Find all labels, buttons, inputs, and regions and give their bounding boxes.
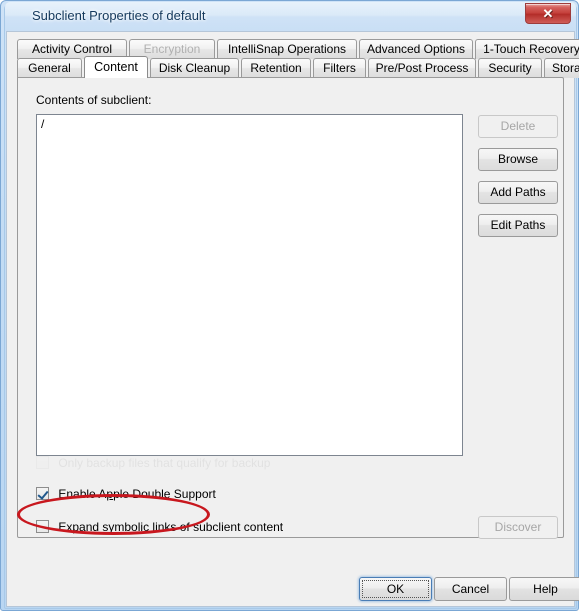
contents-of-subclient-label: Contents of subclient: (36, 93, 152, 107)
contents-listbox[interactable]: / (36, 114, 463, 456)
browse-button-label: Browse (497, 152, 538, 166)
tab-advanced-options[interactable]: Advanced Options (359, 39, 473, 59)
expand-label-part1: Expand (58, 520, 103, 534)
hidden-option-label: Only backup files that qualify for backu… (58, 456, 271, 470)
expand-symbolic-links-checkbox[interactable] (36, 520, 49, 533)
apple-label-part2: ple Double Support (113, 487, 216, 501)
edit-paths-button[interactable]: Edit Paths (478, 214, 558, 237)
dialog-client-area: Activity Control Encryption IntelliSnap … (6, 31, 579, 607)
close-icon: ✕ (542, 6, 554, 21)
tab-page-content: Contents of subclient: / Delete Browse A… (17, 77, 564, 539)
help-button-label: Help (533, 582, 558, 596)
delete-button: Delete (478, 115, 558, 138)
tab-intellisnap-operations[interactable]: IntelliSnap Operations (217, 39, 357, 59)
title-bar[interactable]: Subclient Properties of default ✕ (5, 2, 576, 31)
enable-apple-double-support-label: Enable Apple Double Support (58, 487, 215, 501)
tab-retention[interactable]: Retention (241, 58, 311, 78)
tab-1-touch-recovery[interactable]: 1-Touch Recovery (475, 39, 579, 59)
add-paths-button[interactable]: Add Paths (478, 181, 558, 204)
help-button[interactable]: Help (509, 577, 579, 601)
expand-symbolic-links-row[interactable]: Expand symbolic links of subclient conte… (36, 520, 283, 534)
tab-security[interactable]: Security (478, 58, 542, 78)
window-title: Subclient Properties of default (32, 8, 206, 23)
hidden-option-checkbox-row: Only backup files that qualify for backu… (36, 456, 270, 470)
tab-pre-post-process[interactable]: Pre/Post Process (368, 58, 476, 78)
browse-button[interactable]: Browse (478, 148, 558, 171)
delete-button-label: Delete (500, 119, 536, 133)
cancel-button-label: Cancel (451, 582, 490, 596)
ok-button-label: OK (386, 582, 405, 596)
tab-row-bottom: General Content Disk Cleanup Retention F… (17, 56, 579, 78)
apple-label-part1: Enable A (58, 487, 107, 501)
discover-button: Discover (478, 516, 558, 539)
dialog-window: Subclient Properties of default ✕ Activi… (0, 0, 579, 611)
tab-filters[interactable]: Filters (313, 58, 366, 78)
expand-label-part2: ymbolic links of subclient content (108, 520, 284, 534)
enable-apple-double-support-row[interactable]: Enable Apple Double Support (36, 487, 216, 501)
cancel-button[interactable]: Cancel (434, 577, 507, 601)
tab-content[interactable]: Content (84, 56, 148, 78)
enable-apple-double-support-checkbox[interactable] (36, 487, 49, 500)
edit-paths-button-label: Edit Paths (490, 218, 546, 232)
tab-general[interactable]: General (17, 58, 82, 78)
tab-control: Activity Control Encryption IntelliSnap … (17, 39, 579, 539)
discover-button-label: Discover (494, 520, 542, 534)
tab-disk-cleanup[interactable]: Disk Cleanup (150, 58, 239, 78)
tab-storage-device[interactable]: Storage Device (544, 58, 579, 78)
expand-symbolic-links-label: Expand symbolic links of subclient conte… (58, 520, 283, 534)
hidden-option-checkbox (36, 456, 49, 469)
close-button[interactable]: ✕ (525, 3, 571, 24)
add-paths-button-label: Add Paths (490, 185, 546, 199)
list-item[interactable]: / (37, 115, 462, 131)
ok-button[interactable]: OK (359, 577, 432, 601)
